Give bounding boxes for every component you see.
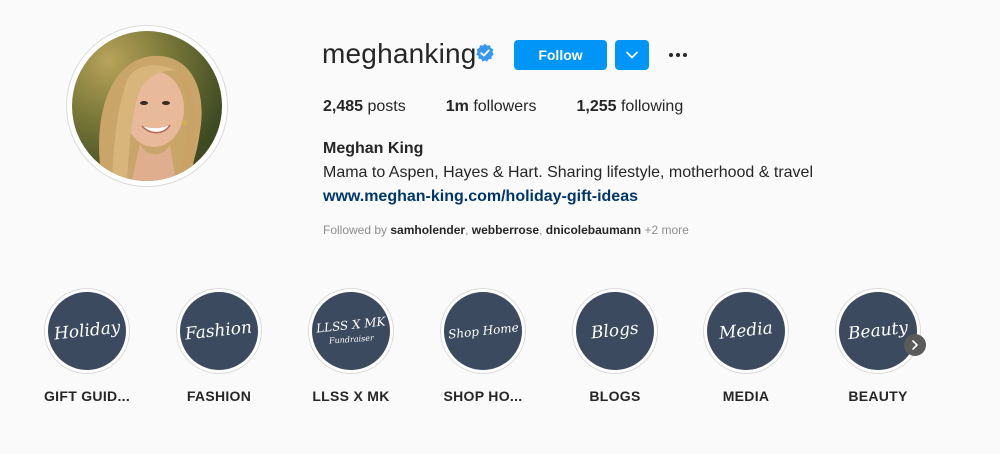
- followed-by-user: dnicolebaumann: [545, 223, 642, 237]
- highlight-label: SHOP HO...: [443, 388, 523, 404]
- highlight-ring: Holiday: [44, 288, 130, 374]
- followed-by-prefix: Followed by: [323, 223, 388, 237]
- highlight-cover-text: LLSS X MK: [315, 313, 387, 336]
- highlight-cover: LLSS X MK Fundraiser: [312, 292, 390, 370]
- verified-badge-icon: [476, 43, 494, 62]
- highlight-label: BEAUTY: [848, 388, 908, 404]
- following-stat[interactable]: 1,255 following: [576, 98, 683, 116]
- highlight-cover-text: Holiday: [52, 317, 122, 344]
- bio-text: Mama to Aspen, Hayes & Hart. Sharing lif…: [323, 164, 814, 181]
- posts-count: 2,485: [323, 98, 364, 115]
- highlight-cover: Beauty: [839, 292, 917, 370]
- highlight-ring: Blogs: [572, 288, 658, 374]
- follow-button[interactable]: Follow: [514, 40, 607, 70]
- profile-avatar[interactable]: [66, 25, 228, 187]
- highlight-fashion[interactable]: Fashion FASHION: [154, 288, 284, 404]
- highlight-cover: Fashion: [180, 292, 258, 370]
- highlight-cover-text: Shop Home: [447, 320, 519, 342]
- followers-label: followers: [473, 98, 537, 115]
- highlight-label: MEDIA: [722, 388, 770, 404]
- highlight-cover: Media: [707, 292, 785, 370]
- more-options-icon-dot: [683, 53, 687, 57]
- followers-stat[interactable]: 1m followers: [446, 98, 537, 116]
- highlight-label: BLOGS: [589, 388, 641, 404]
- highlight-gift-guide[interactable]: Holiday GIFT GUID...: [22, 288, 152, 404]
- highlight-blogs[interactable]: Blogs BLOGS: [550, 288, 680, 404]
- suggested-accounts-dropdown-button[interactable]: [615, 40, 649, 70]
- highlight-cover-text: Media: [718, 317, 774, 344]
- followed-by[interactable]: Followed by samholender, webberrose, dni…: [323, 223, 689, 237]
- bio-link[interactable]: www.meghan-king.com/holiday-gift-ideas: [323, 188, 638, 206]
- username: meghanking: [322, 38, 477, 69]
- highlight-ring: Beauty: [835, 288, 921, 374]
- full-name: Meghan King: [323, 140, 424, 157]
- highlight-cover: Holiday: [48, 292, 126, 370]
- highlight-cover: Blogs: [576, 292, 654, 370]
- highlight-ring: Media: [703, 288, 789, 374]
- highlight-cover-subtext: Fundraiser: [328, 332, 374, 346]
- chevron-right-icon: [912, 340, 918, 350]
- posts-stat: 2,485 posts: [323, 98, 406, 116]
- highlight-ring: Fashion: [176, 288, 262, 374]
- highlight-llss-x-mk[interactable]: LLSS X MK Fundraiser LLSS X MK: [286, 288, 416, 404]
- highlight-label: LLSS X MK: [312, 388, 390, 404]
- highlight-shop-home[interactable]: Shop Home SHOP HO...: [418, 288, 548, 404]
- story-highlights: Holiday GIFT GUID... Fashion FASHION LLS…: [0, 288, 1000, 418]
- highlight-cover: Shop Home: [444, 292, 522, 370]
- more-options-icon-dot: [676, 53, 680, 57]
- highlight-media[interactable]: Media MEDIA: [681, 288, 811, 404]
- highlight-label: FASHION: [186, 388, 252, 404]
- following-label: following: [620, 98, 684, 115]
- profile-page: meghanking Follow 2,485 posts 1m followe…: [0, 0, 1000, 454]
- followed-by-user: samholender: [390, 223, 466, 237]
- avatar-image: [72, 31, 222, 181]
- posts-label: posts: [367, 98, 406, 115]
- highlight-ring: LLSS X MK Fundraiser: [308, 288, 394, 374]
- more-options-button[interactable]: [664, 44, 692, 66]
- highlight-cover-text: Fashion: [184, 317, 254, 344]
- highlight-label: GIFT GUID...: [43, 388, 131, 404]
- following-count: 1,255: [576, 98, 617, 115]
- more-options-icon-dot: [669, 53, 673, 57]
- highlights-next-button[interactable]: [904, 334, 926, 356]
- highlight-cover-text: Blogs: [590, 318, 640, 343]
- followed-by-more: +2 more: [644, 223, 689, 237]
- followed-by-user: webberrose: [471, 223, 540, 237]
- followers-count: 1m: [445, 98, 469, 115]
- highlight-cover-text: Beauty: [847, 317, 909, 344]
- highlight-ring: Shop Home: [440, 288, 526, 374]
- chevron-down-icon: [626, 51, 638, 59]
- profile-stats: 2,485 posts 1m followers 1,255 following: [323, 98, 723, 116]
